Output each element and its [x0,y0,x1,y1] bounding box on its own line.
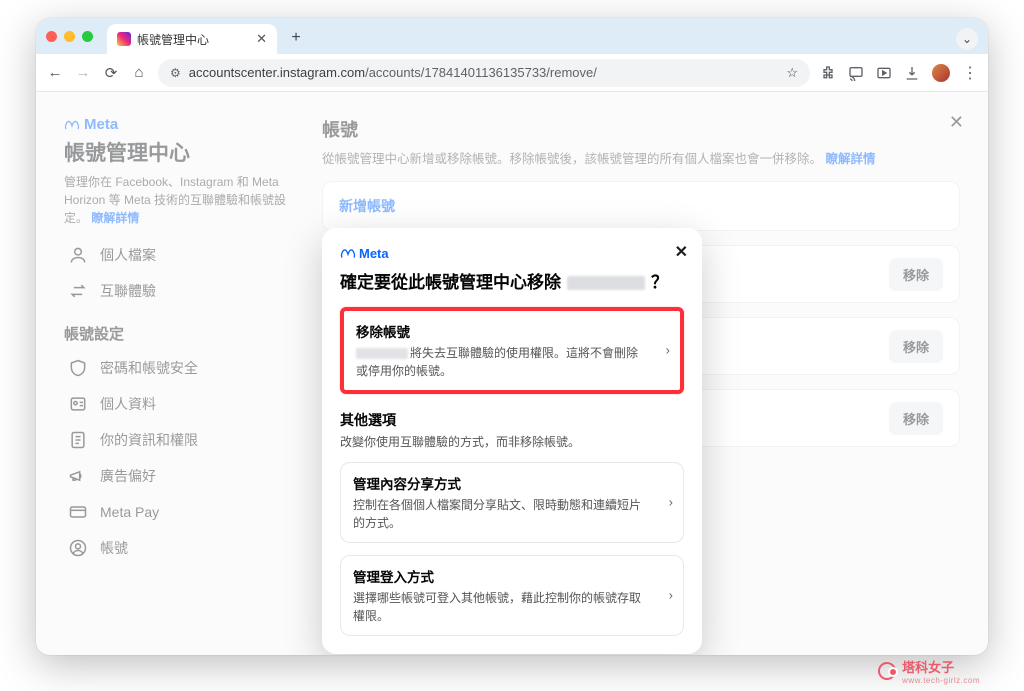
url-domain: accountscenter.instagram.com [189,65,365,80]
instagram-favicon [117,32,131,46]
option-manage-login[interactable]: 管理登入方式 選擇哪些帳號可登入其他帳號，藉此控制你的帳號存取權限。 › [340,555,684,636]
new-tab-button[interactable]: + [283,25,309,51]
tabs-dropdown-button[interactable]: ⌄ [956,28,978,50]
option-description: 將失去互聯體驗的使用權限。這將不會刪除或停用你的帳號。 [356,344,646,380]
toolbar-right: ⋮ [820,63,978,83]
extensions-icon[interactable] [820,65,836,81]
other-options-title: 其他選項 [340,410,684,430]
watermark: 塔科女子 www.tech-girlz.com [878,657,980,685]
menu-icon[interactable]: ⋮ [962,63,978,83]
option-description: 控制在各個個人檔案間分享貼文、限時動態和連續短片的方式。 [353,496,649,532]
forward-button[interactable]: → [74,64,92,81]
close-window-icon[interactable] [46,31,57,42]
close-tab-icon[interactable]: ✕ [256,31,267,47]
modal-title: 確定要從此帳號管理中心移除 ？ [340,271,684,295]
other-options-desc: 改變你使用互聯體驗的方式，而非移除帳號。 [340,433,684,450]
media-icon[interactable] [876,65,892,81]
site-info-icon[interactable]: ⚙ [170,66,181,80]
watermark-icon [878,662,896,680]
browser-window: 帳號管理中心 ✕ + ⌄ ← → ⟳ ⌂ ⚙ accountscenter.in… [36,18,988,655]
chevron-right-icon: › [669,588,673,603]
profile-avatar[interactable] [932,64,950,82]
cast-icon[interactable] [848,65,864,81]
redacted-username-small [356,348,408,359]
bookmark-icon[interactable]: ☆ [786,65,798,81]
option-remove-account[interactable]: 移除帳號 將失去互聯體驗的使用權限。這將不會刪除或停用你的帳號。 › [340,307,684,394]
address-bar: ← → ⟳ ⌂ ⚙ accountscenter.instagram.com/a… [36,54,988,92]
back-button[interactable]: ← [46,64,64,81]
window-controls[interactable] [46,31,93,42]
redacted-username [567,276,645,290]
browser-tab[interactable]: 帳號管理中心 ✕ [107,24,277,54]
reload-button[interactable]: ⟳ [102,64,120,82]
watermark-sub: www.tech-girlz.com [902,676,980,685]
chevron-right-icon: › [666,343,670,358]
option-description: 選擇哪些帳號可登入其他帳號，藉此控制你的帳號存取權限。 [353,589,649,625]
maximize-window-icon[interactable] [82,31,93,42]
url-input[interactable]: ⚙ accountscenter.instagram.com/accounts/… [158,59,810,87]
tab-title: 帳號管理中心 [137,31,209,48]
download-icon[interactable] [904,65,920,81]
chevron-right-icon: › [669,495,673,510]
watermark-text: 塔科女子 [902,660,954,675]
modal-meta-logo: Meta [340,246,684,261]
option-title: 管理登入方式 [353,566,649,586]
option-title: 移除帳號 [356,321,646,341]
tab-strip: 帳號管理中心 ✕ + ⌄ [36,18,988,54]
option-manage-sharing[interactable]: 管理內容分享方式 控制在各個個人檔案間分享貼文、限時動態和連續短片的方式。 › [340,462,684,543]
modal-close-icon[interactable]: ✕ [675,242,688,262]
home-button[interactable]: ⌂ [130,64,148,81]
page-viewport: Meta 帳號管理中心 管理你在 Facebook、Instagram 和 Me… [36,92,988,655]
remove-account-modal: Meta ✕ 確定要從此帳號管理中心移除 ？ 移除帳號 將失去互聯體驗的使用權限… [322,228,702,654]
minimize-window-icon[interactable] [64,31,75,42]
url-path: /accounts/17841401136135733/remove/ [365,65,597,80]
option-title: 管理內容分享方式 [353,473,649,493]
